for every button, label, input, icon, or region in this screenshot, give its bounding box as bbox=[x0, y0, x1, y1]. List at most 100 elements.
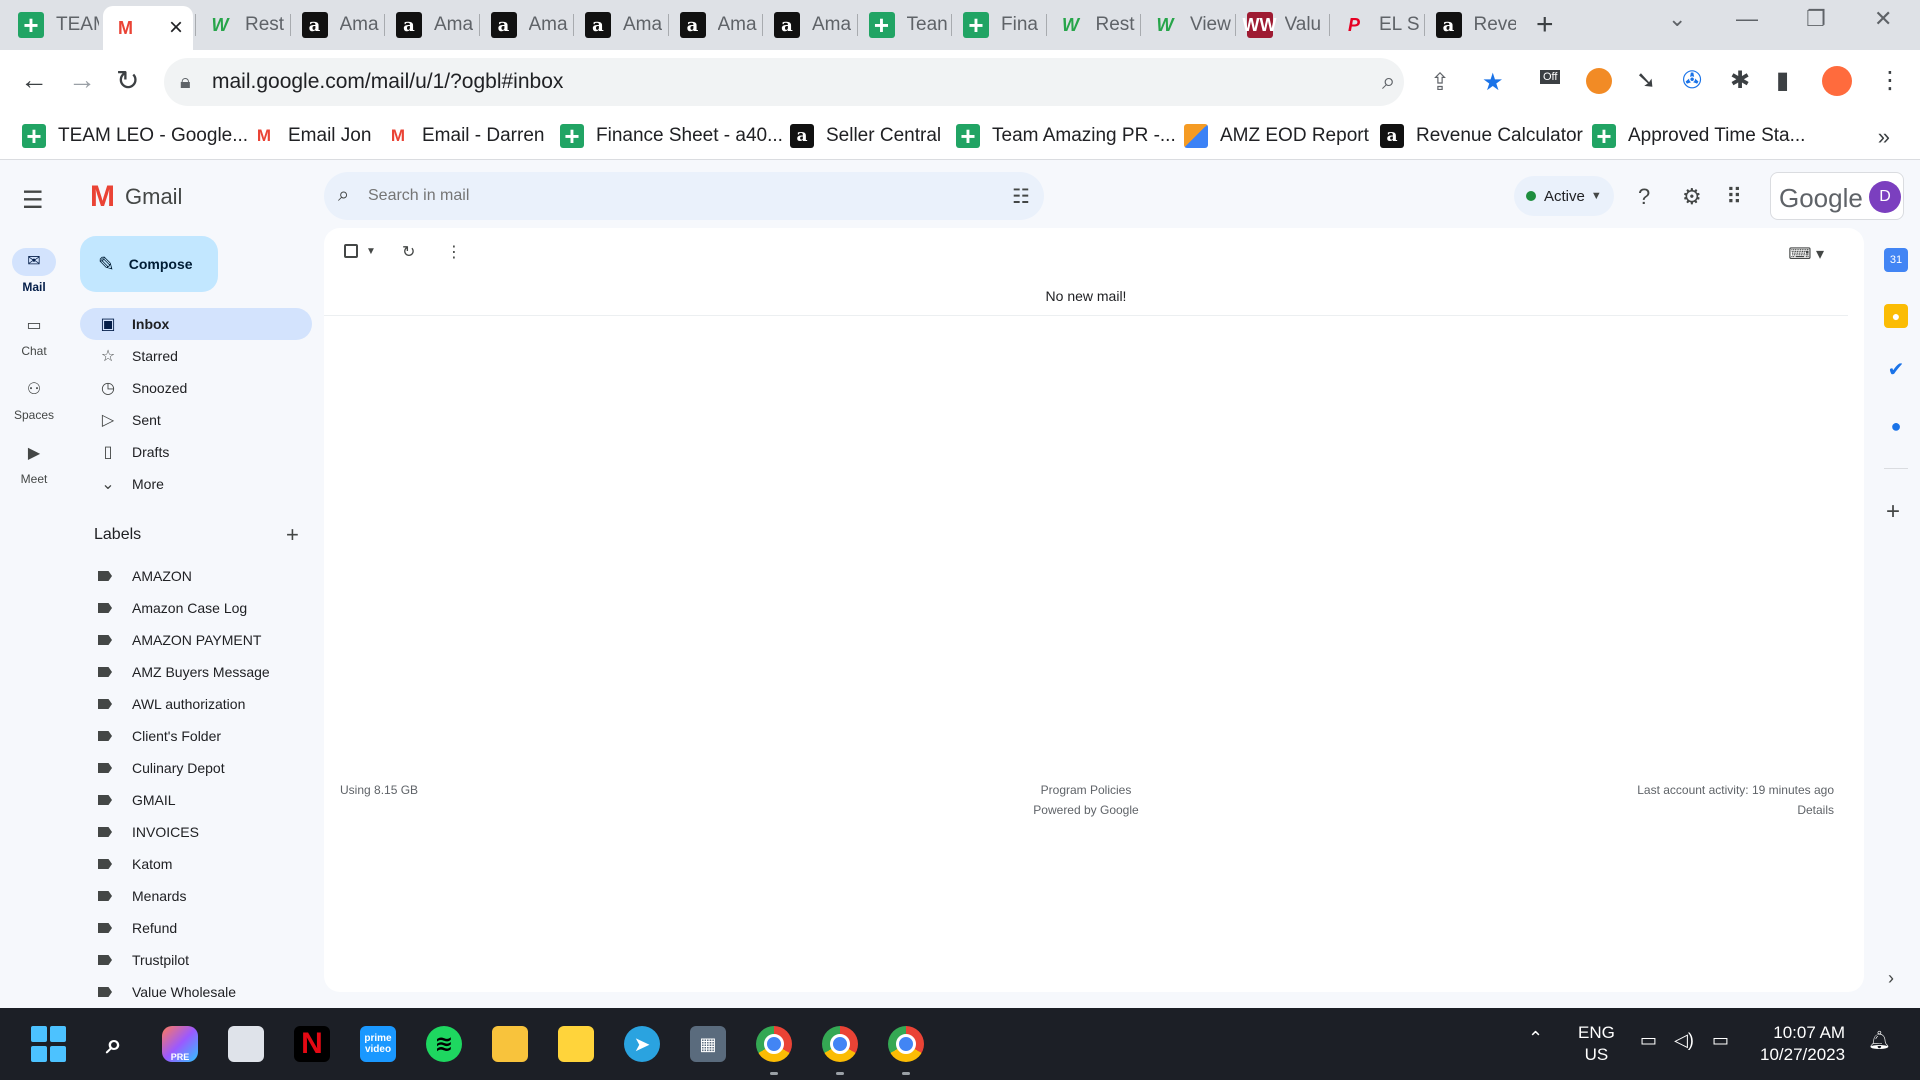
apps-grid-icon[interactable]: ⠿ bbox=[1726, 184, 1742, 210]
tab[interactable]: Tean bbox=[859, 6, 950, 44]
notifications-bell-icon[interactable]: 🔔︎ bbox=[1868, 1030, 1891, 1051]
search-icon[interactable]: ⌕ bbox=[96, 1026, 132, 1062]
tab[interactable]: a Reve bbox=[1426, 6, 1516, 44]
search-icon[interactable]: ⌕ bbox=[338, 184, 349, 207]
spotify-icon[interactable]: ≋ bbox=[426, 1026, 462, 1062]
nav-item-inbox[interactable]: ▣ Inbox bbox=[80, 308, 312, 340]
program-policies-link[interactable]: Program Policies bbox=[324, 780, 1848, 800]
tab-search-icon[interactable]: ⌄ bbox=[1668, 6, 1686, 32]
tab[interactable]: a Ama bbox=[386, 6, 477, 44]
bookmark-item[interactable]: Team Amazing PR -... bbox=[956, 124, 1176, 148]
search-input[interactable] bbox=[368, 182, 968, 210]
label-item[interactable]: Refund bbox=[80, 912, 312, 944]
calendar-icon[interactable]: 31 bbox=[1884, 248, 1908, 272]
chevron-up-icon[interactable]: ⌃ bbox=[1528, 1028, 1543, 1049]
keyboard-input-icon[interactable]: ⌨ ▾ bbox=[1788, 244, 1824, 264]
tab[interactable]: a Ama bbox=[575, 6, 666, 44]
rail-item-spaces[interactable]: ⚇ Spaces bbox=[0, 376, 68, 422]
reload-icon[interactable]: ↻ bbox=[116, 64, 139, 97]
clock[interactable]: 10:07 AM 10/27/2023 bbox=[1760, 1022, 1845, 1066]
hide-side-panel-icon[interactable]: › bbox=[1888, 968, 1894, 989]
bookmark-item[interactable]: TEAM LEO - Google... bbox=[22, 124, 248, 148]
keep-icon[interactable]: ● bbox=[1884, 304, 1908, 328]
rail-item-chat[interactable]: ▭ Chat bbox=[0, 312, 68, 358]
select-all-checkbox[interactable] bbox=[344, 244, 358, 258]
label-item[interactable]: Menards bbox=[80, 880, 312, 912]
minimize-icon[interactable]: — bbox=[1736, 6, 1758, 32]
tab[interactable]: W Rest bbox=[197, 6, 288, 44]
label-item[interactable]: Client's Folder bbox=[80, 720, 312, 752]
label-item[interactable]: INVOICES bbox=[80, 816, 312, 848]
bookmark-item[interactable]: a Revenue Calculator bbox=[1380, 124, 1583, 148]
label-item[interactable]: AWL authorization bbox=[80, 688, 312, 720]
settings-gear-icon[interactable]: ⚙ bbox=[1682, 184, 1702, 210]
tab[interactable]: a Ama bbox=[764, 6, 855, 44]
sticky-notes-icon[interactable] bbox=[558, 1026, 594, 1062]
chrome-menu-icon[interactable]: ⋮ bbox=[1878, 66, 1902, 95]
contacts-icon[interactable]: ● bbox=[1884, 414, 1908, 438]
tab[interactable]: P EL S bbox=[1331, 6, 1422, 44]
address-bar[interactable]: 🔒︎ mail.google.com/mail/u/1/?ogbl#inbox … bbox=[164, 58, 1504, 106]
nav-item-sent[interactable]: ▷ Sent bbox=[80, 404, 312, 436]
nav-item-more[interactable]: ⌄ More bbox=[80, 468, 312, 500]
extension-gear-icon[interactable]: ✇ bbox=[1682, 66, 1702, 95]
zoom-icon[interactable]: ⌕ bbox=[1382, 68, 1395, 96]
address-url[interactable]: mail.google.com/mail/u/1/?ogbl#inbox bbox=[212, 70, 563, 94]
bookmark-item[interactable]: M Email Jon bbox=[252, 124, 372, 148]
gmail-logo[interactable]: M Gmail bbox=[90, 180, 182, 214]
label-item[interactable]: GMAIL bbox=[80, 784, 312, 816]
compose-button[interactable]: ✎ Compose bbox=[80, 236, 218, 292]
chrome-icon[interactable] bbox=[756, 1026, 792, 1062]
tasks-icon[interactable]: ✔ bbox=[1884, 358, 1908, 382]
forward-icon[interactable]: → bbox=[68, 64, 96, 96]
restore-icon[interactable]: ❐ bbox=[1806, 6, 1826, 32]
tab[interactable]: WW Valu bbox=[1237, 6, 1328, 44]
status-selector[interactable]: Active ▼ bbox=[1514, 176, 1614, 216]
extension-cursor-icon[interactable]: ➘ bbox=[1636, 66, 1656, 95]
get-addons-icon[interactable]: + bbox=[1886, 498, 1900, 526]
copilot-icon[interactable]: PRE bbox=[162, 1026, 198, 1062]
chrome-icon[interactable] bbox=[822, 1026, 858, 1062]
label-item[interactable]: Katom bbox=[80, 848, 312, 880]
share-icon[interactable]: ⇪ bbox=[1430, 68, 1450, 97]
prime-video-icon[interactable]: prime video bbox=[360, 1026, 396, 1062]
file-explorer-icon[interactable] bbox=[492, 1026, 528, 1062]
nav-item-snoozed[interactable]: ◷ Snoozed bbox=[80, 372, 312, 404]
label-item[interactable]: Trustpilot bbox=[80, 944, 312, 976]
bookmark-item[interactable]: M Email - Darren bbox=[386, 124, 545, 148]
label-item[interactable]: Amazon Case Log bbox=[80, 592, 312, 624]
nav-item-drafts[interactable]: ▯ Drafts bbox=[80, 436, 312, 468]
profile-avatar-icon[interactable] bbox=[1822, 66, 1852, 96]
task-view-icon[interactable] bbox=[228, 1026, 264, 1062]
bookmark-star-icon[interactable]: ★ bbox=[1482, 68, 1504, 97]
tab[interactable]: W Rest bbox=[1048, 6, 1139, 44]
tab[interactable]: W View bbox=[1142, 6, 1233, 44]
side-panel-icon[interactable]: ▮ bbox=[1776, 66, 1789, 95]
refresh-icon[interactable]: ↻ bbox=[402, 242, 415, 262]
close-tab-icon[interactable]: × bbox=[169, 14, 183, 42]
details-link[interactable]: Details bbox=[1637, 800, 1834, 820]
label-item[interactable]: Value Wholesale bbox=[80, 976, 312, 1008]
label-item[interactable]: AMZ Buyers Message bbox=[80, 656, 312, 688]
tab-active[interactable]: M × bbox=[102, 6, 193, 50]
account-switcher[interactable]: Google D bbox=[1770, 172, 1904, 220]
select-menu-chevron-icon[interactable]: ▼ bbox=[366, 246, 376, 257]
bookmark-item[interactable]: AMZ EOD Report bbox=[1184, 124, 1369, 148]
windows-start-icon[interactable] bbox=[30, 1026, 66, 1062]
back-icon[interactable]: ← bbox=[20, 64, 48, 96]
lock-icon[interactable]: 🔒︎ bbox=[180, 71, 191, 94]
add-label-icon[interactable]: + bbox=[286, 522, 299, 548]
bookmark-item[interactable]: a Seller Central bbox=[790, 124, 941, 148]
tab[interactable]: a Ama bbox=[670, 6, 761, 44]
search-bar[interactable]: ⌕ ☷ bbox=[324, 172, 1044, 220]
label-item[interactable]: Culinary Depot bbox=[80, 752, 312, 784]
volume-icon[interactable]: ◁) bbox=[1674, 1030, 1694, 1051]
rail-item-mail[interactable]: ✉ Mail bbox=[0, 248, 68, 294]
close-window-icon[interactable]: ✕ bbox=[1874, 6, 1892, 32]
tab[interactable]: a Ama bbox=[292, 6, 383, 44]
label-item[interactable]: AMAZON PAYMENT bbox=[80, 624, 312, 656]
netflix-icon[interactable]: N bbox=[294, 1026, 330, 1062]
calculator-icon[interactable]: ▦ bbox=[690, 1026, 726, 1062]
nav-item-starred[interactable]: ☆ Starred bbox=[80, 340, 312, 372]
label-item[interactable]: AMAZON bbox=[80, 560, 312, 592]
